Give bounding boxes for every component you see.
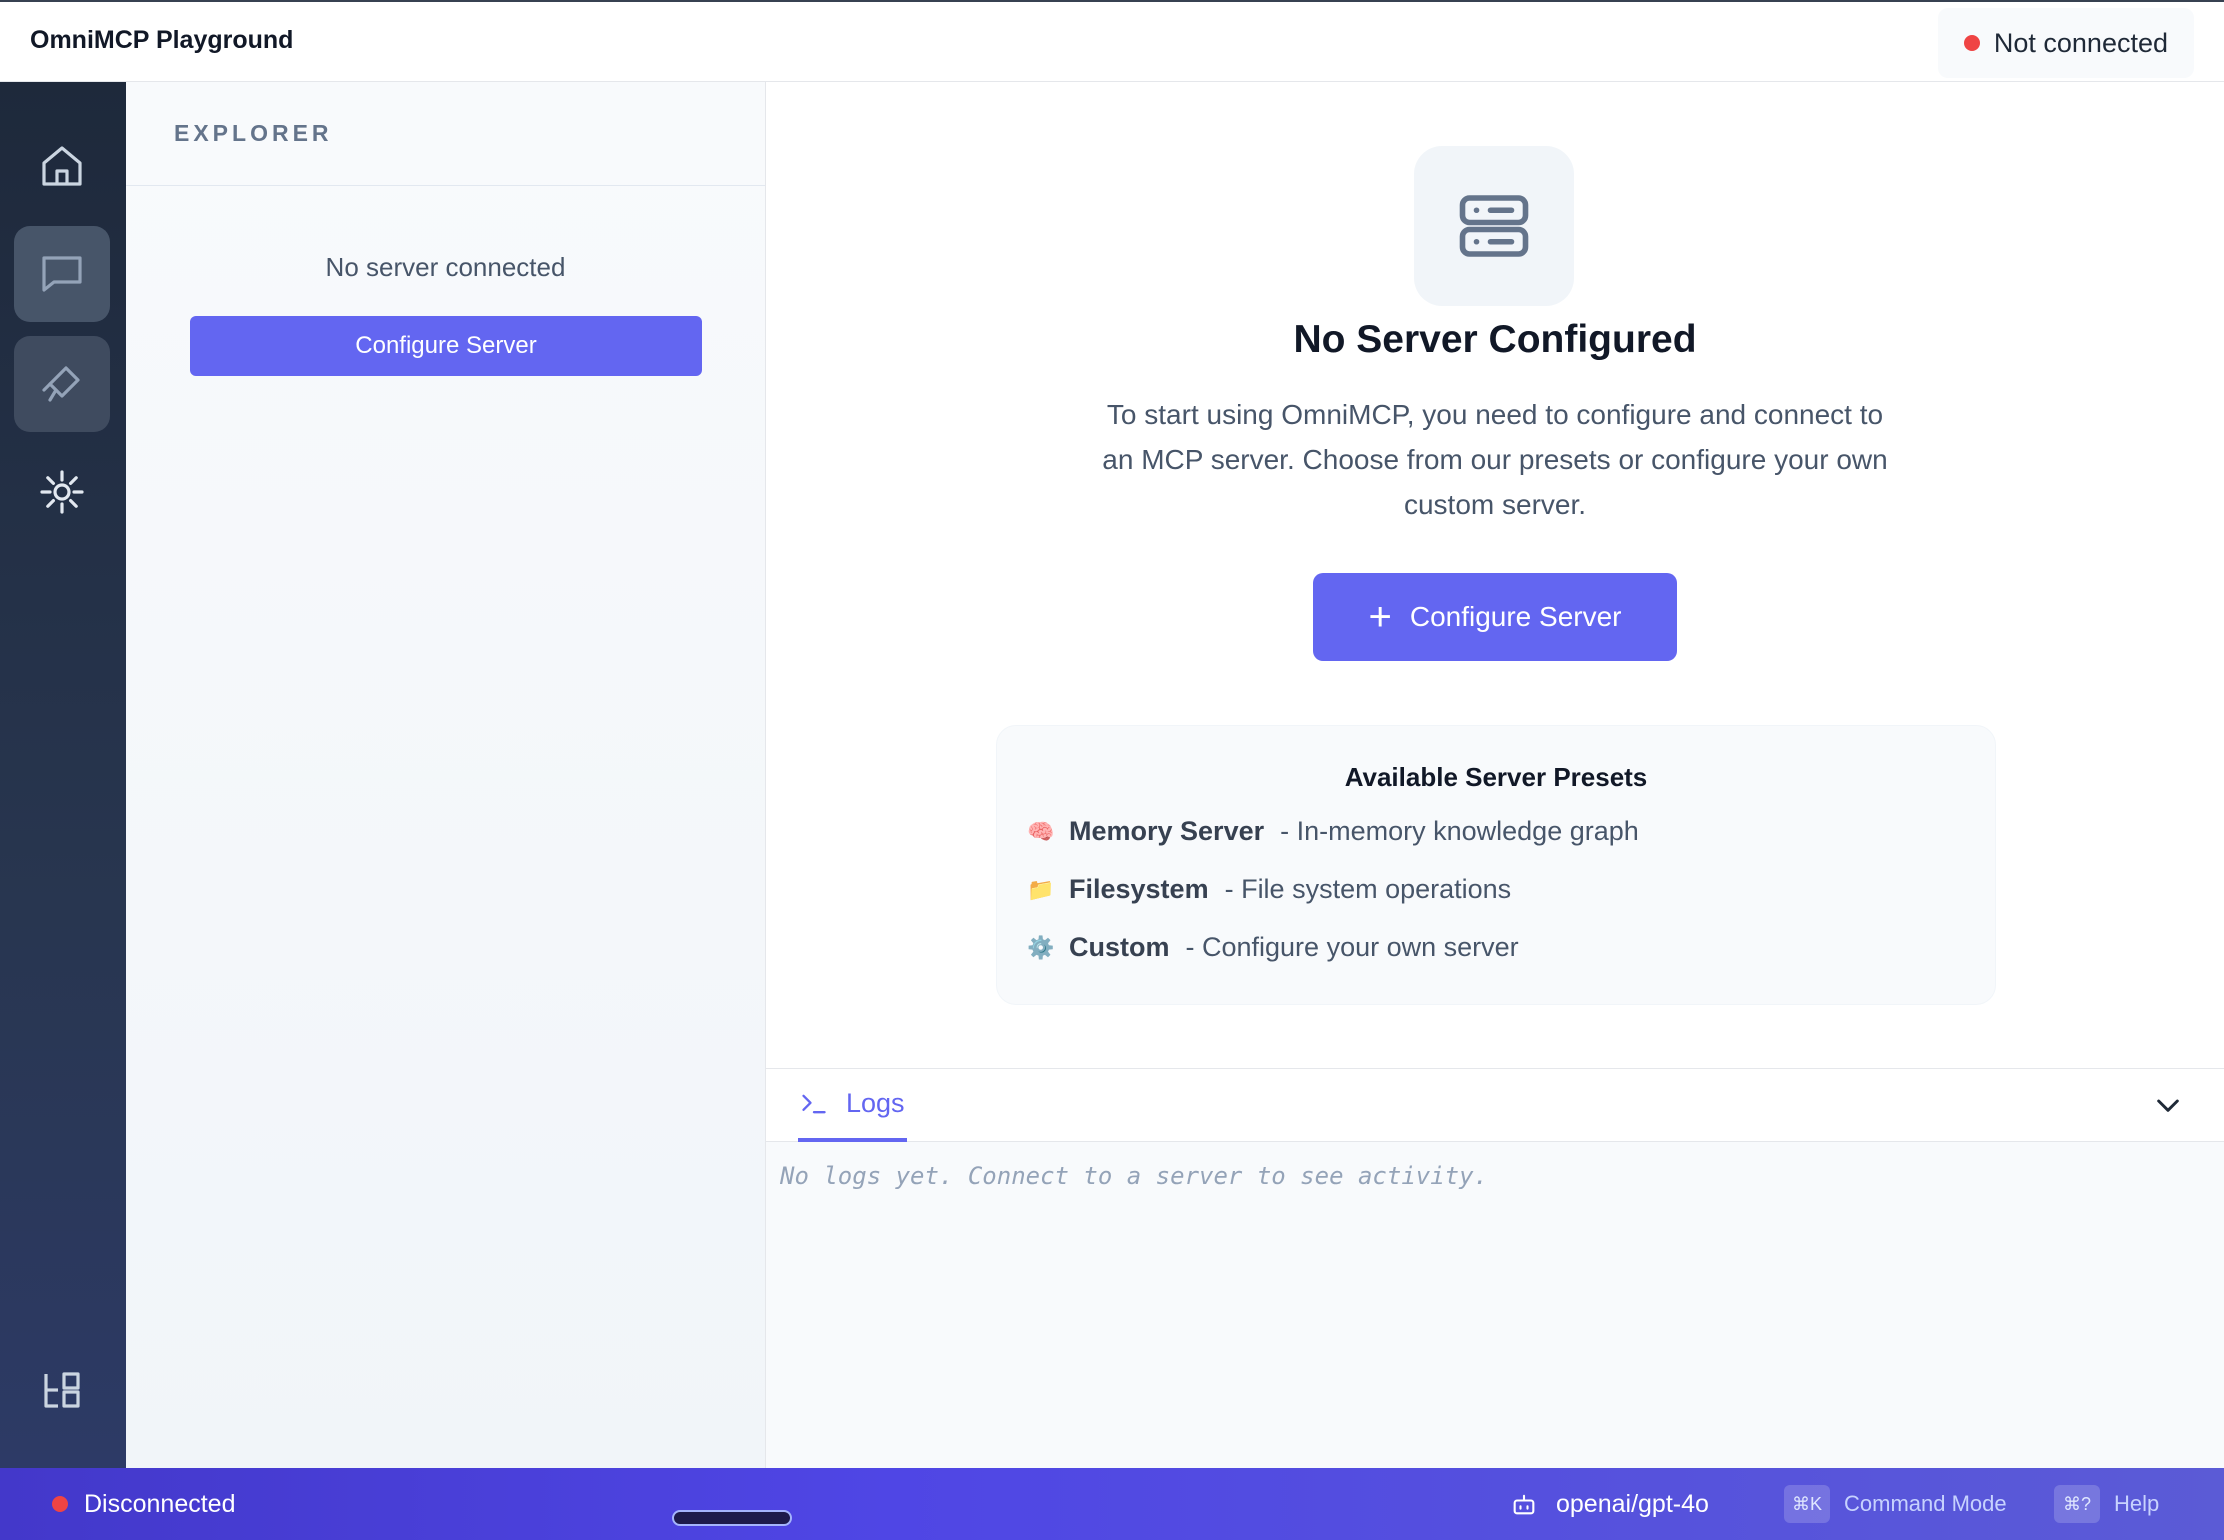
rail-item-widgets[interactable] xyxy=(14,1342,110,1438)
explorer-configure-server-button[interactable]: Configure Server xyxy=(190,316,702,376)
command-mode-button[interactable]: ⌘K Command Mode xyxy=(1784,1468,2007,1540)
status-connection-label: Disconnected xyxy=(84,1489,236,1518)
preset-item-custom: ⚙️ Custom - Configure your own server xyxy=(1027,932,1519,963)
explorer-panel: EXPLORER No server connected Configure S… xyxy=(126,82,766,1468)
rail-item-chat[interactable] xyxy=(14,226,110,322)
chevron-down-icon[interactable] xyxy=(2152,1089,2184,1121)
resize-handle[interactable] xyxy=(672,1510,792,1526)
status-dot-icon xyxy=(1963,35,1980,51)
kbd-shortcut: ⌘? xyxy=(2054,1485,2100,1523)
tools-icon xyxy=(42,366,80,402)
chat-icon xyxy=(42,256,82,292)
preset-desc: - In-memory knowledge graph xyxy=(1280,816,1639,846)
help-label: Help xyxy=(2114,1491,2160,1516)
logs-empty-text: No logs yet. Connect to a server to see … xyxy=(780,1162,1489,1190)
logs-tab-bar: Logs xyxy=(766,1069,2224,1142)
preset-desc: - File system operations xyxy=(1224,874,1512,904)
connection-status-label: Not connected xyxy=(1993,27,2168,58)
explorer-title: EXPLORER xyxy=(174,120,333,146)
model-selector[interactable]: openai/gpt-4o xyxy=(1510,1468,1709,1540)
rail-item-debug[interactable] xyxy=(14,444,110,540)
server-presets-card: Available Server Presets 🧠 Memory Server… xyxy=(996,725,1996,1005)
preset-name: Memory Server xyxy=(1069,816,1265,846)
app-title: OmniMCP Playground xyxy=(30,26,294,54)
status-bar: Disconnected openai/gpt-4o ⌘K Command Mo… xyxy=(0,1468,2224,1540)
status-connection[interactable]: Disconnected xyxy=(52,1468,235,1540)
top-bar: OmniMCP Playground Not connected xyxy=(0,0,2224,82)
preset-desc: - Configure your own server xyxy=(1185,932,1519,962)
logs-panel: Logs No logs yet. Connect to a server to… xyxy=(766,1068,2224,1468)
gear-icon: ⚙️ xyxy=(1027,934,1055,960)
preset-item-memory: 🧠 Memory Server - In-memory knowledge gr… xyxy=(1027,816,1639,847)
explorer-header: EXPLORER xyxy=(126,82,765,186)
brain-icon: 🧠 xyxy=(1027,818,1055,844)
terminal-icon xyxy=(802,1094,826,1113)
page-title: No Server Configured xyxy=(1293,318,1697,361)
page-description: To start using OmniMCP, you need to conf… xyxy=(1102,399,1888,520)
command-mode-label: Command Mode xyxy=(1844,1491,2007,1516)
presets-title: Available Server Presets xyxy=(1344,762,1648,792)
configure-server-label: Configure Server xyxy=(1409,601,1622,632)
nav-rail xyxy=(0,82,126,1468)
bug-icon xyxy=(40,470,84,514)
server-tile xyxy=(1414,146,1574,306)
main-panel: No Server Configured To start using Omni… xyxy=(766,82,2224,1070)
robot-icon xyxy=(1513,1494,1535,1515)
tab-logs-label: Logs xyxy=(846,1088,905,1118)
rail-item-home[interactable] xyxy=(14,118,110,214)
preset-item-filesystem: 📁 Filesystem - File system operations xyxy=(1027,874,1511,905)
preset-name: Filesystem xyxy=(1069,874,1209,904)
rail-item-tools[interactable] xyxy=(14,336,110,432)
configure-server-button[interactable]: + Configure Server xyxy=(1313,573,1677,661)
home-icon xyxy=(42,146,82,186)
tab-logs[interactable]: Logs xyxy=(798,1069,907,1142)
widgets-icon xyxy=(44,1372,80,1408)
app-window: OmniMCP Playground Not connected EXPLORE… xyxy=(0,0,2224,1540)
model-label: openai/gpt-4o xyxy=(1556,1489,1709,1518)
status-dot-icon xyxy=(52,1496,68,1512)
preset-name: Custom xyxy=(1069,932,1170,962)
plus-icon: + xyxy=(1368,595,1392,639)
kbd-shortcut: ⌘K xyxy=(1784,1485,1831,1523)
server-icon xyxy=(1459,195,1529,257)
explorer-empty-text: No server connected xyxy=(325,252,566,282)
connection-status[interactable]: Not connected xyxy=(1937,8,2194,78)
folder-icon: 📁 xyxy=(1027,876,1055,902)
help-button[interactable]: ⌘? Help xyxy=(2054,1468,2159,1540)
